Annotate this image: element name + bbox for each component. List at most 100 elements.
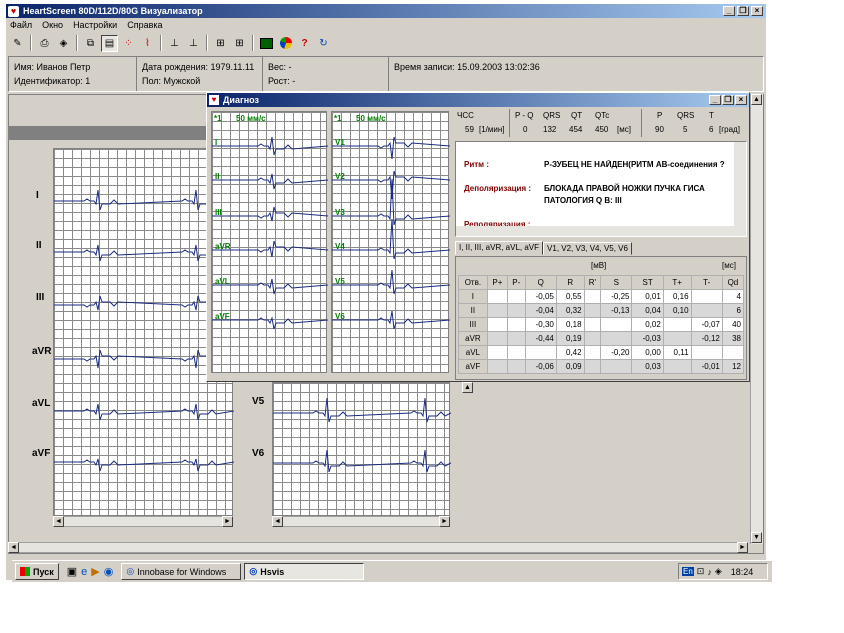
grid-icon-2[interactable]: ⊞ <box>231 35 248 52</box>
network-tray-icon[interactable]: ⊡ <box>697 566 705 577</box>
speed-label: 50 мм/с <box>236 114 266 123</box>
leads-dots-icon[interactable]: ⁘ <box>120 35 137 52</box>
grid-icon[interactable]: ⊞ <box>212 35 229 52</box>
table-cell <box>524 345 557 360</box>
table-body: I -0,05 0,55 -0,25 0,01 0,16 4 II -0,04 0,32 -0,13… <box>458 289 745 374</box>
tab-limb-leads[interactable]: I, II, III, aVR, aVL, aVF <box>455 241 544 255</box>
scroll-down-button[interactable]: ▼ <box>751 532 762 543</box>
scroll-right-button[interactable]: ► <box>737 542 748 553</box>
patient-dob: Дата рождения: 1979.11.11 <box>142 62 255 72</box>
tab-chest-leads[interactable]: V1, V2, V3, V4, V5, V6 <box>543 242 632 255</box>
task-hsvis[interactable]: ◎ Hsvis <box>244 563 365 580</box>
lead-label-I: I <box>36 190 39 201</box>
edit-icon[interactable]: ✎ <box>9 35 26 52</box>
volume-icon[interactable]: ♪ <box>707 567 712 577</box>
table-row[interactable]: aVR -0,44 0,19 -0,03 -0,12 38 <box>458 331 745 346</box>
table-cell <box>486 289 509 304</box>
diagnosis-vscroll[interactable] <box>734 142 746 226</box>
dlg-lead-II: II <box>215 172 220 181</box>
dialog-minimize-button[interactable]: _ <box>709 95 721 105</box>
language-indicator[interactable]: En <box>682 567 694 576</box>
refresh-icon[interactable]: ↻ <box>315 35 332 52</box>
scroll-left-button[interactable]: ◄ <box>8 542 19 553</box>
chest-scroll-right[interactable]: ► <box>439 516 450 527</box>
limb-scroll-right[interactable]: ► <box>222 516 233 527</box>
erase-icon[interactable]: ◈ <box>55 35 72 52</box>
dlg-lead-V3: V3 <box>335 208 345 217</box>
menu-bar: Файл Окно Настройки Справка <box>6 18 766 31</box>
qrs-header: QRS <box>543 111 561 120</box>
limb-grid-hscroll[interactable] <box>53 516 233 527</box>
chest-grid-hscroll[interactable] <box>272 516 450 527</box>
leads-grid-icon[interactable]: ▤ <box>101 34 118 52</box>
dialog-title-bar: ♥ Диагноз <box>207 93 749 107</box>
chest-scroll-left[interactable]: ◄ <box>272 516 283 527</box>
table-row[interactable]: III -0,30 0,18 0,02 -0,07 40 <box>458 317 745 332</box>
table-header-1: P+ <box>486 275 509 290</box>
quick-launch-ie-icon[interactable]: e <box>81 566 87 578</box>
limb-scroll-left[interactable]: ◄ <box>53 516 64 527</box>
vertical-scrollbar[interactable] <box>750 94 763 544</box>
table-cell: -0,04 <box>524 303 557 318</box>
table-cell <box>690 303 723 318</box>
diagnosis-hscroll[interactable] <box>456 226 746 236</box>
dlg-lead-aVR: aVR <box>215 242 231 251</box>
table-cell: 0,09 <box>555 359 585 374</box>
copy-icon[interactable]: ⧉ <box>82 35 99 52</box>
close-button[interactable]: × <box>751 6 763 16</box>
help-icon[interactable]: ? <box>296 35 313 52</box>
menu-settings[interactable]: Настройки <box>73 20 117 30</box>
table-cell: -0,07 <box>690 317 723 332</box>
depolarization-value-2: ПАТОЛОГИЯ Q В: III <box>544 196 622 205</box>
unit-ms: [мс] <box>722 261 736 270</box>
p-axis-header: P <box>657 111 663 120</box>
table-cell: 0,18 <box>555 317 585 332</box>
menu-window[interactable]: Окно <box>42 20 63 30</box>
menu-file[interactable]: Файл <box>10 20 32 30</box>
print-icon[interactable]: ⎙ <box>36 35 53 52</box>
measurements-table: Отв. P+ P- Q R R' S ST T+ T- Qd I -0,05 0,55 -0,25 0,0… <box>458 275 745 374</box>
tray-app-icon[interactable]: ◈ <box>715 566 722 577</box>
toolbar: ✎ ⎙ ◈ ⧉ ▤ ⁘ ⌇ ⊥ ⊥ ⊞ ⊞ ? ↻ <box>6 33 766 53</box>
rhythm-label: Ритм : <box>464 160 489 169</box>
table-row[interactable]: II -0,04 0,32 -0,13 0,04 0,10 6 <box>458 303 745 318</box>
heart-icon: ♥ <box>8 5 19 17</box>
table-header-4: R <box>555 275 585 290</box>
interval-unit: [мс] <box>617 125 631 134</box>
marker-label: *1 <box>334 114 342 123</box>
dlg-lead-I: I <box>215 138 218 147</box>
table-cell <box>507 303 526 318</box>
ruler-icon-2[interactable]: ⊥ <box>185 35 202 52</box>
panel-scroll-up[interactable]: ▲ <box>462 382 473 393</box>
monitor-icon[interactable] <box>258 35 275 52</box>
minimize-button[interactable]: _ <box>723 6 735 16</box>
maximize-button[interactable]: ❐ <box>737 6 749 16</box>
qtc-value: 450 <box>595 125 609 134</box>
dialog-close-button[interactable]: × <box>735 95 747 105</box>
menu-help[interactable]: Справка <box>127 20 162 30</box>
horizontal-scrollbar[interactable] <box>8 542 748 553</box>
table-header-3: Q <box>524 275 557 290</box>
table-row[interactable]: aVF -0,06 0,09 0,03 -0,01 12 <box>458 359 745 374</box>
ruler-icon[interactable]: ⊥ <box>166 35 183 52</box>
quick-launch-media-icon[interactable]: ▶ <box>91 565 99 578</box>
table-cell <box>690 345 723 360</box>
scroll-up-button[interactable]: ▲ <box>751 94 762 105</box>
table-row[interactable]: aVL 0,42 -0,20 0,00 0,11 <box>458 345 745 360</box>
table-cell <box>600 331 633 346</box>
start-button[interactable]: Пуск <box>15 563 59 580</box>
diagnosis-dialog: ♥ Диагноз _ ❐ × *1 50 мм/с I II III aVR … <box>206 92 750 382</box>
ecg-trace <box>212 173 328 190</box>
table-row[interactable]: I -0,05 0,55 -0,25 0,01 0,16 4 <box>458 289 745 304</box>
quick-launch-desktop-icon[interactable]: ▣ <box>67 565 77 578</box>
row-lead-label: aVR <box>458 331 488 346</box>
quick-launch-network-icon[interactable]: ◉ <box>104 565 114 578</box>
dialog-maximize-button[interactable]: ❐ <box>722 95 734 105</box>
patient-weight: Вес: - <box>268 62 292 72</box>
patient-name: Имя: Иванов Петр <box>14 62 91 72</box>
ecg-wave-icon[interactable]: ⌇ <box>139 35 156 52</box>
task-innobase[interactable]: ◎ Innobase for Windows <box>121 563 242 580</box>
table-cell: 0,11 <box>662 345 692 360</box>
pie-chart-icon[interactable] <box>277 35 294 52</box>
table-header-2: P- <box>507 275 526 290</box>
